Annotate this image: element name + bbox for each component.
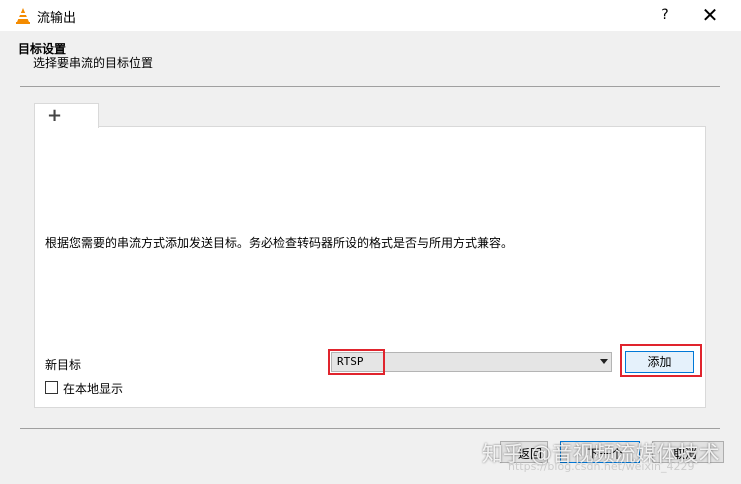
watermark-url: https://blog.csdn.net/weixin_4229 — [508, 460, 695, 473]
description-text: 根据您需要的串流方式添加发送目标。务必检查转码器所设的格式是否与所用方式兼容。 — [45, 236, 514, 250]
close-button[interactable]: ✕ — [696, 3, 724, 27]
tab-add-target[interactable]: + — [34, 103, 99, 128]
local-display-label[interactable]: 在本地显示 — [63, 380, 123, 397]
rtsp-highlight-box — [328, 349, 385, 375]
vlc-cone-icon — [16, 8, 30, 24]
header-divider — [20, 86, 720, 87]
plus-icon: + — [47, 105, 63, 126]
title-bar — [0, 0, 741, 31]
chevron-down-icon[interactable] — [600, 359, 608, 364]
help-button[interactable]: ? — [652, 4, 678, 26]
footer-divider — [20, 428, 720, 429]
page-subtitle: 选择要串流的目标位置 — [33, 56, 154, 70]
window-title: 流输出 — [37, 11, 77, 26]
local-display-checkbox[interactable] — [45, 381, 58, 394]
new-target-label: 新目标 — [45, 358, 82, 372]
add-highlight-box — [620, 344, 702, 377]
